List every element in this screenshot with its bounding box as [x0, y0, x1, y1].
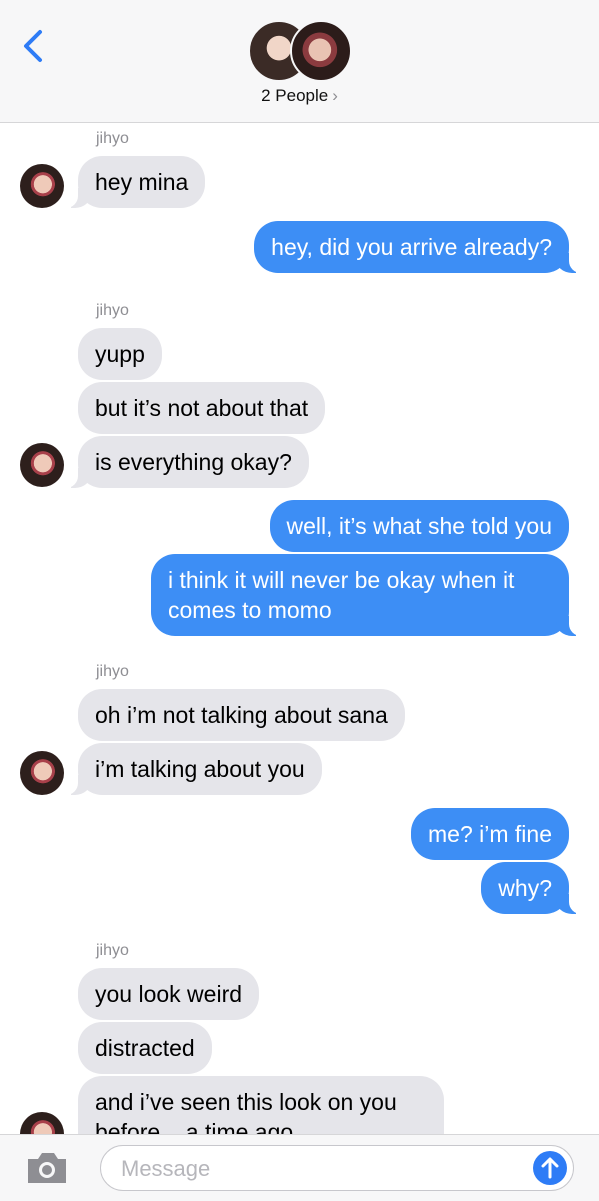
message-bubble-incoming[interactable]: but it’s not about that [78, 382, 326, 434]
message-thread[interactable]: jihyo hey mina hey, did you arrive alrea… [0, 122, 599, 1134]
message-bubble-incoming[interactable]: distracted [78, 1022, 212, 1074]
message-bubble-incoming[interactable]: oh i’m not talking about sana [78, 689, 405, 741]
sender-avatar [20, 1112, 64, 1134]
send-button[interactable] [533, 1151, 567, 1185]
message-bubble-incoming[interactable]: yupp [78, 328, 162, 380]
chevron-right-icon: › [332, 86, 338, 105]
message-bubble-incoming[interactable]: i’m talking about you [58, 743, 322, 795]
sender-avatar [20, 751, 64, 795]
back-button[interactable] [18, 26, 52, 66]
message-bubble-outgoing[interactable]: hey, did you arrive already? [254, 221, 589, 273]
arrow-up-icon [541, 1157, 559, 1179]
sender-avatar [20, 443, 64, 487]
message-bubble-outgoing[interactable]: me? i’m fine [411, 808, 569, 860]
sender-name: jihyo [96, 130, 129, 147]
conversation-header: 2 People › [0, 0, 599, 123]
message-bubble-outgoing[interactable]: well, it’s what she told you [269, 500, 569, 552]
message-bubble-incoming[interactable]: hey mina [57, 156, 206, 208]
avatar [290, 20, 352, 82]
message-bubble-outgoing[interactable]: i think it will never be okay when it co… [151, 554, 589, 636]
message-field[interactable] [100, 1145, 574, 1191]
camera-icon [28, 1153, 66, 1183]
sender-avatar [20, 164, 64, 208]
sender-name: jihyo [96, 302, 129, 319]
sender-name: jihyo [96, 942, 129, 959]
chevron-left-icon [24, 30, 42, 62]
message-bubble-incoming[interactable]: and i’ve seen this look on you before...… [78, 1076, 444, 1134]
message-bubble-incoming[interactable]: is everything okay? [58, 436, 309, 488]
message-bubble-incoming[interactable]: you look weird [78, 968, 260, 1020]
sender-name: jihyo [96, 663, 129, 680]
camera-button[interactable] [24, 1149, 70, 1187]
message-input[interactable] [119, 1154, 513, 1184]
participants-link[interactable]: 2 People › [0, 86, 599, 106]
message-bubble-outgoing[interactable]: why? [481, 862, 589, 914]
message-composer [0, 1134, 599, 1201]
participants-label: 2 People [261, 86, 329, 105]
group-avatars[interactable] [248, 20, 352, 82]
